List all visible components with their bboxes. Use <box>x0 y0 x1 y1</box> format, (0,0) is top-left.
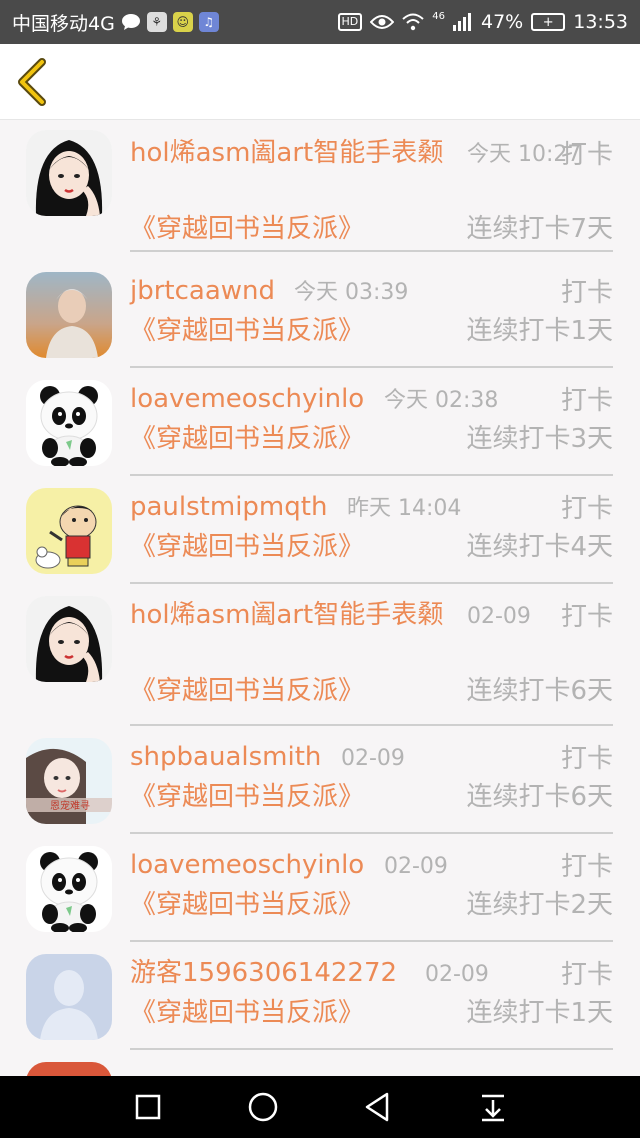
item-content: loavemeoschyinlo 02-09 打卡 《穿越回书当反派》 连续打卡… <box>130 844 613 942</box>
streak-label: 连续打卡6天 <box>466 782 613 812</box>
user-name[interactable]: paulstmipmqth <box>130 490 327 524</box>
avatar[interactable] <box>26 846 112 932</box>
carrier-label: 中国移动4G <box>12 12 115 35</box>
girl-portrait-image <box>26 596 112 682</box>
book-title[interactable]: 《穿越回书当反派》 <box>130 530 364 564</box>
streak-label: 连续打卡1天 <box>466 998 613 1028</box>
square-icon[interactable] <box>131 1090 165 1124</box>
list-item[interactable]: paulstmipmqth 昨天 14:04 打卡 《穿越回书当反派》 连续打卡… <box>0 476 640 584</box>
system-nav-bar <box>0 1076 640 1138</box>
pull-down-icon[interactable] <box>476 1090 510 1124</box>
list-item[interactable]: jbrtcaawnd 今天 03:39 打卡 《穿越回书当反派》 连续打卡1天 <box>0 260 640 368</box>
hd-badge: HD <box>337 13 363 31</box>
avatar[interactable] <box>26 380 112 466</box>
girl-portrait-image <box>26 130 112 216</box>
boy-photo-image <box>26 272 112 358</box>
item-content: jbrtcaawnd 今天 03:39 打卡 《穿越回书当反派》 连续打卡1天 <box>130 270 613 368</box>
checkin-list[interactable]: hol烯asm阖art智能手表颡 今天 10:27 打卡 《穿越回书当反派》 连… <box>0 120 640 1076</box>
checkin-time: 02-09 <box>341 746 405 771</box>
circle-icon[interactable] <box>246 1090 280 1124</box>
book-title[interactable]: 《穿越回书当反派》 <box>130 674 364 708</box>
avatar[interactable] <box>26 954 112 1040</box>
app-icon-1: ⚘ <box>146 12 167 32</box>
user-name[interactable]: jbrtcaawnd <box>130 274 275 308</box>
streak-label: 连续打卡7天 <box>466 214 613 244</box>
book-title[interactable]: 《穿越回书当反派》 <box>130 888 364 922</box>
checkin-time: 02-09 <box>384 854 448 879</box>
streak-label: 连续打卡2天 <box>466 890 613 920</box>
checkin-time: 02-09 <box>425 962 489 987</box>
triangle-back-icon[interactable] <box>361 1090 395 1124</box>
item-content: hol烯asm阖art智能手表颡 02-09 打卡 《穿越回书当反派》 连续打卡… <box>130 594 613 726</box>
default-user-image <box>26 954 112 1040</box>
checkin-label: 打卡 <box>560 140 613 170</box>
app-icon-2: ☺ <box>172 12 193 32</box>
list-item[interactable]: 恩宠难寻 shpbaualsmith 02-09 打卡 《穿越回书当反派》 连续… <box>0 726 640 834</box>
book-title[interactable]: 《穿越回书当反派》 <box>130 314 364 348</box>
checkin-time: 今天 02:38 <box>384 388 499 413</box>
checkin-label: 打卡 <box>560 744 613 774</box>
item-content: hol烯asm阖art智能手表颡 今天 10:27 打卡 《穿越回书当反派》 连… <box>130 132 613 252</box>
status-left: 中国移动4G ⚘ ☺ ♫ <box>12 9 338 36</box>
wifi-icon <box>402 13 424 31</box>
user-name[interactable]: hol烯asm阖art智能手表颡 <box>130 598 450 632</box>
battery-icon: + <box>531 13 566 31</box>
status-bar: 中国移动4G ⚘ ☺ ♫ HD 46 47% + 13:53 <box>0 0 640 44</box>
checkin-label: 打卡 <box>560 278 613 308</box>
list-item[interactable]: 游客1596306142272 02-09 打卡 《穿越回书当反派》 连续打卡1… <box>0 942 640 1050</box>
top-header <box>0 44 640 120</box>
clock: 13:53 <box>573 11 628 33</box>
user-name[interactable]: loavemeoschyinlo <box>130 382 364 416</box>
streak-label: 连续打卡3天 <box>466 424 613 454</box>
back-button[interactable] <box>14 58 54 106</box>
checkin-label: 打卡 <box>560 852 613 882</box>
avatar[interactable] <box>26 130 112 216</box>
item-content: 游客1596306142272 02-09 打卡 《穿越回书当反派》 连续打卡1… <box>130 952 613 1050</box>
signal-icon <box>453 13 471 31</box>
streak-label: 连续打卡4天 <box>466 532 613 562</box>
status-right: HD 46 47% + 13:53 <box>337 10 628 33</box>
checkin-label: 打卡 <box>560 494 613 524</box>
list-item[interactable]: loavemeoschyinlo 02-09 打卡 《穿越回书当反派》 连续打卡… <box>0 834 640 942</box>
avatar[interactable]: 恩宠难寻 <box>26 738 112 824</box>
message-icon <box>121 14 140 30</box>
streak-label: 连续打卡1天 <box>466 316 613 346</box>
book-title[interactable]: 《穿越回书当反派》 <box>130 780 364 814</box>
user-name[interactable]: loavemeoschyinlo <box>130 848 364 882</box>
crayon-kid-image <box>26 488 112 574</box>
network-type: 46 <box>432 10 445 22</box>
music-icon: ♫ <box>198 12 219 32</box>
book-title[interactable]: 《穿越回书当反派》 <box>130 422 364 456</box>
avatar[interactable] <box>26 1062 112 1076</box>
battery-percent: 47% <box>481 11 524 33</box>
checkin-label: 打卡 <box>560 602 613 632</box>
list-item[interactable]: hol烯asm阖art智能手表颡 02-09 打卡 《穿越回书当反派》 连续打卡… <box>0 584 640 726</box>
avatar[interactable] <box>26 488 112 574</box>
item-content: loavemeoschyinlo 今天 02:38 打卡 《穿越回书当反派》 连… <box>130 378 613 476</box>
checkin-time: 02-09 <box>467 604 531 629</box>
item-content: paulstmipmqth 昨天 14:04 打卡 《穿越回书当反派》 连续打卡… <box>130 486 613 584</box>
checkin-time: 今天 03:39 <box>294 280 409 305</box>
avatar[interactable] <box>26 272 112 358</box>
eye-icon <box>370 15 395 29</box>
panda-image <box>26 380 112 466</box>
user-name[interactable]: 游客1596306142272 <box>130 956 397 990</box>
checkin-label: 打卡 <box>560 386 613 416</box>
avatar[interactable] <box>26 596 112 682</box>
user-name[interactable]: hol烯asm阖art智能手表颡 <box>130 136 450 170</box>
book-title[interactable]: 《穿越回书当反派》 <box>130 212 364 246</box>
checkin-time: 昨天 14:04 <box>347 496 462 521</box>
user-name[interactable]: shpbaualsmith <box>130 740 321 774</box>
checkin-label: 打卡 <box>560 960 613 990</box>
chevron-left-icon <box>18 58 46 106</box>
streak-label: 连续打卡6天 <box>466 676 613 706</box>
book-title[interactable]: 《穿越回书当反派》 <box>130 996 364 1030</box>
list-item[interactable]: hol烯asm阖art智能手表颡 今天 10:27 打卡 《穿越回书当反派》 连… <box>0 120 640 260</box>
list-item[interactable]: loavemeoschyinlo 今天 02:38 打卡 《穿越回书当反派》 连… <box>0 368 640 476</box>
svg-text:恩宠难寻: 恩宠难寻 <box>50 799 90 812</box>
item-content: shpbaualsmith 02-09 打卡 《穿越回书当反派》 连续打卡6天 <box>130 736 613 834</box>
list-item-partial[interactable] <box>0 1050 640 1076</box>
girl-photo-image: 恩宠难寻 <box>26 738 112 824</box>
panda-image <box>26 846 112 932</box>
